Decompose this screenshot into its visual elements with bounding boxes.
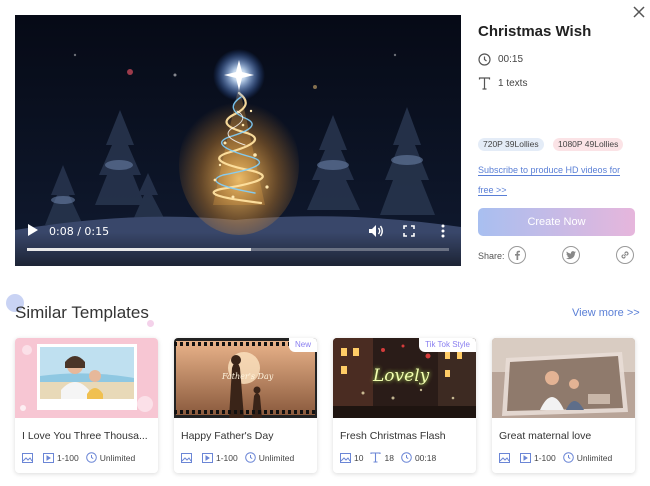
template-badge: Tik Tok Style <box>419 338 476 352</box>
subscribe-link[interactable]: Subscribe to produce HD videos for free … <box>478 160 638 200</box>
duration-row: 00:15 <box>478 53 523 66</box>
template-card-stats: 1-100 Unlimited <box>499 452 612 463</box>
time-readout: 0:08 / 0:15 <box>49 225 110 238</box>
resolution-tag-1080p: 1080P 49Lollies <box>553 138 624 151</box>
clock-icon <box>244 452 259 463</box>
video-progress-fill <box>27 248 251 251</box>
template-thumbnail: Lovely Tik Tok Style <box>333 338 476 418</box>
similar-templates-heading: Similar Templates <box>15 303 149 322</box>
template-card-image-count: 10 <box>354 452 364 463</box>
template-card-range: 1-100 <box>216 452 238 463</box>
thumbnail-overlay-text: Lovely <box>373 366 430 386</box>
template-thumbnail <box>492 338 635 418</box>
view-more-link[interactable]: View more >> <box>572 307 640 319</box>
link-icon[interactable] <box>616 246 634 264</box>
template-card-duration: 00:18 <box>414 452 437 463</box>
template-card[interactable]: Lovely Tik Tok Style Fresh Christmas Fla… <box>333 338 476 473</box>
create-now-button[interactable]: Create Now <box>478 208 635 236</box>
text-icon <box>370 452 384 463</box>
template-card-title: Happy Father's Day <box>181 430 274 442</box>
video-player[interactable]: 0:08 / 0:15 <box>15 15 461 266</box>
clock-icon <box>478 53 491 66</box>
image-icon <box>499 452 513 463</box>
template-thumbnail: Father's Day New <box>174 338 317 418</box>
image-icon <box>181 452 195 463</box>
video-icon <box>43 452 57 463</box>
texts-row: 1 texts <box>478 77 527 90</box>
template-thumbnail <box>15 338 158 418</box>
template-duration: 00:15 <box>498 54 524 65</box>
template-card[interactable]: I Love You Three Thousa... 1-100 Unlimit… <box>15 338 158 473</box>
template-card-stats: 1-100 Unlimited <box>181 452 294 463</box>
template-card[interactable]: Great maternal love 1-100 Unlimited <box>492 338 635 473</box>
more-vertical-icon[interactable] <box>437 224 449 238</box>
twitter-icon[interactable] <box>562 246 580 264</box>
template-card-title: Fresh Christmas Flash <box>340 430 446 442</box>
text-icon <box>478 77 491 90</box>
close-icon[interactable] <box>630 5 648 23</box>
video-progress-bar[interactable] <box>27 248 449 251</box>
template-card-title: Great maternal love <box>499 430 592 442</box>
template-card-stats: 10 18 00:18 <box>340 452 436 463</box>
template-card-range: 1-100 <box>57 452 79 463</box>
thumbnail-overlay-text: Father's Day <box>222 372 274 381</box>
subscribe-link-text: Subscribe to produce HD videos for free … <box>478 165 621 196</box>
template-card-title: I Love You Three Thousa... <box>22 430 148 442</box>
share-label: Share: <box>478 251 505 261</box>
image-icon <box>340 452 354 463</box>
video-icon <box>520 452 534 463</box>
fullscreen-icon[interactable] <box>403 224 415 237</box>
play-icon[interactable] <box>27 223 39 237</box>
image-icon <box>22 452 36 463</box>
template-card[interactable]: Father's Day New Happy Father's Day 1-10… <box>174 338 317 473</box>
template-card-range: 1-100 <box>534 452 556 463</box>
template-card-duration: Unlimited <box>258 452 295 463</box>
volume-icon[interactable] <box>368 224 384 238</box>
clock-icon <box>401 452 415 463</box>
template-badge: New <box>288 338 317 352</box>
template-text-count: 1 texts <box>498 78 528 89</box>
template-card-duration: Unlimited <box>576 452 613 463</box>
template-card-stats: 1-100 Unlimited <box>22 452 135 463</box>
clock-icon <box>85 452 100 463</box>
template-title: Christmas Wish <box>478 23 592 40</box>
video-icon <box>202 452 216 463</box>
resolution-tag-720p: 720P 39Lollies <box>478 138 544 151</box>
facebook-icon[interactable] <box>508 246 526 264</box>
clock-icon <box>562 452 577 463</box>
template-card-duration: Unlimited <box>99 452 136 463</box>
template-card-text-count: 18 <box>384 452 394 463</box>
